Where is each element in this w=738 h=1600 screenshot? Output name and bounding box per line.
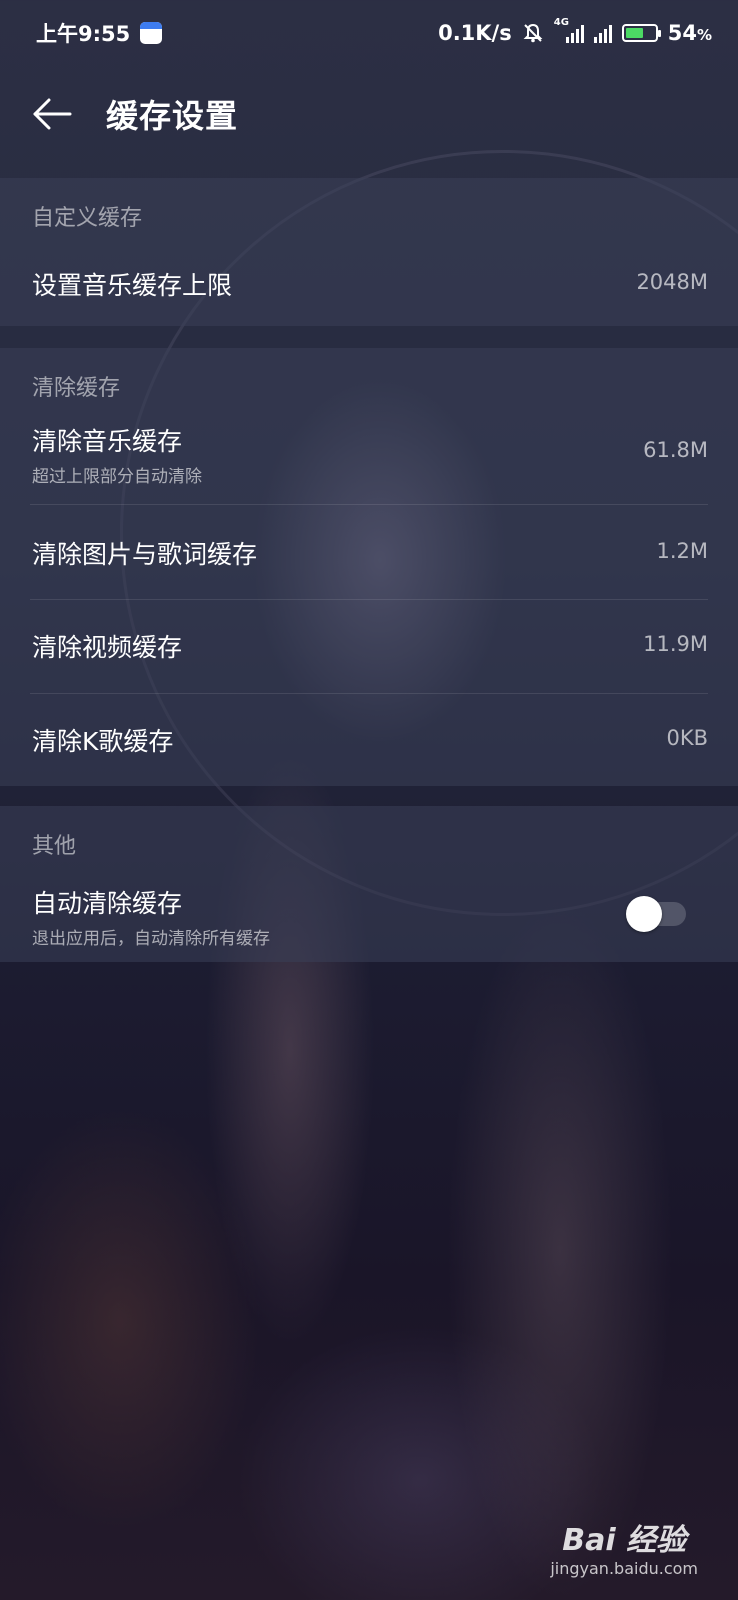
row-subtitle: 超过上限部分自动清除 [32,467,202,487]
row-clear-karaoke-cache[interactable]: 清除K歌缓存 0KB [0,694,738,786]
row-value: 61.8M [643,438,708,462]
status-time: 上午9:55 [36,22,131,46]
row-title: 清除图片与歌词缓存 [32,540,258,569]
signal-icon [593,23,612,43]
app-header: 缓存设置 [0,66,738,162]
arrow-left-icon[interactable] [32,94,72,134]
row-clear-image-lyrics-cache[interactable]: 清除图片与歌词缓存 1.2M [0,505,738,599]
row-value: 1.2M [656,539,708,563]
battery-percent: 54% [667,21,712,45]
row-music-cache-limit[interactable]: 设置音乐缓存上限 2048M [0,248,738,326]
section-custom-cache: 自定义缓存 设置音乐缓存上限 2048M [0,178,738,326]
network-type-label: 4G [553,17,569,28]
network-speed: 0.1K/s [438,21,512,45]
mute-bell-icon [523,23,543,43]
section-other: 其他 自动清除缓存 退出应用后，自动清除所有缓存 [0,806,738,962]
status-left: 上午9:55 [36,18,163,48]
status-bar: 上午9:55 0.1K/s 4G 54% [0,0,738,66]
auto-clear-toggle[interactable] [626,896,686,932]
page-title: 缓存设置 [106,97,239,135]
section-clear-cache: 清除缓存 清除音乐缓存 超过上限部分自动清除 61.8M 清除图片与歌词缓存 1… [0,348,738,786]
watermark-brand: Bai 经验 [562,1523,687,1558]
row-clear-music-cache[interactable]: 清除音乐缓存 超过上限部分自动清除 61.8M [0,410,738,500]
row-title: 设置音乐缓存上限 [32,271,233,300]
row-title: 清除视频缓存 [32,633,183,662]
row-value: 11.9M [643,632,708,656]
row-title: 自动清除缓存 [32,889,183,918]
section-label-custom: 自定义缓存 [32,206,143,231]
status-right: 0.1K/s 4G 54% [438,17,712,45]
row-title: 清除K歌缓存 [32,727,174,756]
row-title: 清除音乐缓存 [32,427,183,456]
row-value: 0KB [666,726,708,750]
section-label-clear: 清除缓存 [32,376,121,401]
battery-charging-icon [621,24,661,42]
watermark-url: jingyan.baidu.com [550,1559,698,1578]
row-subtitle: 退出应用后，自动清除所有缓存 [32,929,270,949]
row-value: 2048M [636,270,708,294]
row-auto-clear-cache[interactable]: 自动清除缓存 退出应用后，自动清除所有缓存 [0,872,738,962]
section-label-other: 其他 [32,834,77,859]
signal-4g-icon: 4G [554,17,584,43]
calendar-icon [140,22,163,44]
row-clear-video-cache[interactable]: 清除视频缓存 11.9M [0,600,738,694]
baidu-jingyan-watermark: Bai 经验 jingyan.baidu.com [550,1515,698,1578]
toggle-knob [626,896,662,932]
